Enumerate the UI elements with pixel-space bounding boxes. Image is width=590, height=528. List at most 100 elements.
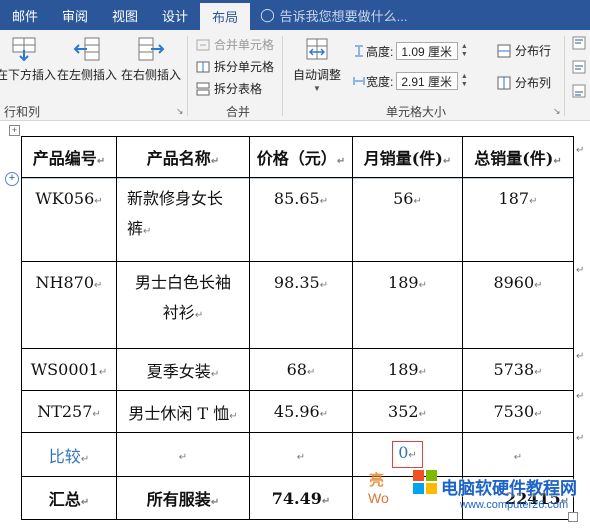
height-input[interactable]: 1.09 厘米	[396, 42, 459, 60]
header-cell[interactable]: 产品编号↵	[21, 136, 117, 178]
tab-design[interactable]: 设计	[150, 0, 200, 30]
sales-table: 产品编号↵ 产品名称↵ 价格（元）↵ 月销量(件)↵ 总销量(件)↵ WK056…	[21, 136, 574, 520]
distribute-cols-label: 分布列	[515, 76, 552, 90]
distribute-rows-icon	[497, 44, 511, 57]
cell-size-launcher-icon[interactable]: ↘	[553, 106, 561, 117]
header-product-name: 产品名称	[146, 149, 211, 168]
table-cell[interactable]: 56↵	[352, 177, 463, 262]
table-header-row: 产品编号↵ 产品名称↵ 价格（元）↵ 月销量(件)↵ 总销量(件)↵	[21, 136, 574, 178]
header-cell[interactable]: 产品名称↵	[116, 136, 250, 178]
product-name-line1: 夏季女装	[146, 361, 211, 381]
insert-below-button[interactable]: 在下方插入	[0, 36, 56, 83]
watermark-text: Wo	[368, 490, 389, 506]
table-cell[interactable]: 男士白色长袖 衬衫↵	[116, 261, 250, 349]
autofit-button[interactable]: 自动调整 ▼	[286, 36, 348, 93]
table-cell[interactable]: 比较↵	[21, 432, 117, 477]
table-resize-handle[interactable]	[568, 512, 578, 522]
total-label: 汇总	[48, 490, 81, 509]
distribute-cols-button[interactable]: 分布列	[497, 74, 551, 91]
table-cell[interactable]: WK056↵	[21, 177, 117, 262]
price: 45.96	[273, 402, 320, 421]
tab-mailings[interactable]: 邮件	[0, 0, 50, 30]
width-label: 宽度:	[366, 74, 394, 89]
insert-row-plus-icon[interactable]: +	[5, 172, 19, 186]
table-cell[interactable]: 68↵	[249, 348, 353, 391]
split-cells-label: 拆分单元格	[214, 60, 275, 74]
total-sales: 7530	[493, 402, 535, 421]
rows-cols-launcher-icon[interactable]: ↘	[176, 106, 184, 117]
table-cell[interactable]: 所有服装↵	[116, 476, 250, 520]
align-bottom-icon[interactable]	[572, 84, 586, 98]
height-spinner[interactable]: 高度: 1.09 厘米 ▲ ▼	[352, 42, 470, 60]
height-spin-arrows[interactable]: ▲ ▼	[458, 42, 470, 60]
product-name-line1: 男士休闲 T 恤	[128, 403, 230, 423]
insert-right-icon	[138, 37, 165, 61]
table-cell[interactable]: 新款修身女长 裤↵	[116, 177, 250, 262]
end-of-row-mark: ↵	[576, 265, 585, 276]
header-cell[interactable]: 价格（元）↵	[249, 136, 353, 178]
table-cell[interactable]: 7530↵	[462, 390, 574, 433]
product-name-line2: 裤	[127, 219, 144, 238]
width-spin-arrows[interactable]: ▲ ▼	[458, 72, 470, 90]
insert-left-button[interactable]: 在左侧插入	[56, 36, 118, 83]
distribute-rows-button[interactable]: 分布行	[497, 42, 551, 59]
table-cell[interactable]: 189↵	[352, 348, 463, 391]
width-input[interactable]: 2.91 厘米	[396, 72, 459, 90]
table-cell[interactable]: 夏季女装↵	[116, 348, 250, 391]
table-move-handle-icon[interactable]: +	[9, 125, 20, 136]
table-cell[interactable]: 189↵	[352, 261, 463, 349]
table-cell[interactable]: ↵	[462, 432, 574, 477]
product-name-line1: 新款修身女长	[127, 189, 224, 208]
table-cell[interactable]: 352↵	[352, 390, 463, 433]
column-width-icon	[353, 77, 365, 85]
merge-cells-label: 合并单元格	[214, 38, 275, 52]
table-cell[interactable]: NH870↵	[21, 261, 117, 349]
total-name: 所有服装	[146, 490, 211, 509]
end-of-row-mark: ↵	[576, 351, 585, 362]
table-row: NH870↵ 男士白色长袖 衬衫↵ 98.35↵ 189↵ 8960↵	[21, 261, 574, 349]
tab-review[interactable]: 审阅	[50, 0, 100, 30]
table-cell[interactable]: NT257↵	[21, 390, 117, 433]
table-cell[interactable]: ↵	[249, 432, 353, 477]
table-cell[interactable]: 74.49↵	[249, 476, 353, 520]
table-row: WS0001↵ 夏季女装↵ 68↵ 189↵ 5738↵	[21, 348, 574, 391]
table-cell[interactable]: 85.65↵	[249, 177, 353, 262]
tab-layout[interactable]: 布局	[200, 3, 251, 30]
table-cell[interactable]: 男士休闲 T 恤↵	[116, 390, 250, 433]
autofit-icon	[306, 38, 328, 60]
price: 68	[286, 360, 307, 379]
insert-left-icon	[73, 37, 100, 61]
monthly-sales: 56	[393, 189, 414, 208]
table-cell[interactable]: ↵	[116, 432, 250, 477]
split-cells-button[interactable]: 拆分单元格	[196, 58, 274, 75]
table-row: NT257↵ 男士休闲 T 恤↵ 45.96↵ 352↵ 7530↵	[21, 390, 574, 433]
table-cell[interactable]: 8960↵	[462, 261, 574, 349]
width-spinner[interactable]: 宽度: 2.91 厘米 ▲ ▼	[352, 72, 470, 90]
insert-right-button[interactable]: 在右侧插入	[120, 36, 182, 83]
table-cell[interactable]: 98.35↵	[249, 261, 353, 349]
header-cell[interactable]: 月销量(件)↵	[352, 136, 463, 178]
table-cell[interactable]: 汇总↵	[21, 476, 117, 520]
insert-below-icon	[12, 37, 36, 62]
watermark-url: www.computer26.com	[460, 499, 569, 511]
document-area: + + 产品编号↵ 产品名称↵ 价格（元）↵ 月销量(件)↵ 总销量(件)↵ W…	[0, 121, 590, 528]
insert-left-label: 在左侧插入	[56, 68, 117, 82]
product-id: NH870	[35, 273, 95, 292]
table-cell[interactable]: 187↵	[462, 177, 574, 262]
merge-cells-button[interactable]: 合并单元格	[196, 36, 274, 53]
table-cell[interactable]: 5738↵	[462, 348, 574, 391]
align-top-icon[interactable]	[572, 36, 586, 50]
total-sales: 187	[498, 189, 530, 208]
split-table-button[interactable]: 拆分表格	[196, 80, 262, 97]
end-of-row-mark: ↵	[576, 391, 585, 402]
header-cell[interactable]: 总销量(件)↵	[462, 136, 574, 178]
compare-row: 比较↵ ↵ ↵ 0↵ ↵	[21, 432, 574, 477]
split-table-label: 拆分表格	[214, 82, 263, 96]
table-cell[interactable]: 45.96↵	[249, 390, 353, 433]
row-height-icon	[355, 45, 363, 57]
tell-me-text: 告诉我您想要做什么...	[279, 8, 408, 24]
tell-me-box[interactable]: ◯ 告诉我您想要做什么...	[250, 0, 407, 30]
table-cell[interactable]: WS0001↵	[21, 348, 117, 391]
tab-view[interactable]: 视图	[100, 0, 150, 30]
align-middle-icon[interactable]	[572, 60, 586, 74]
